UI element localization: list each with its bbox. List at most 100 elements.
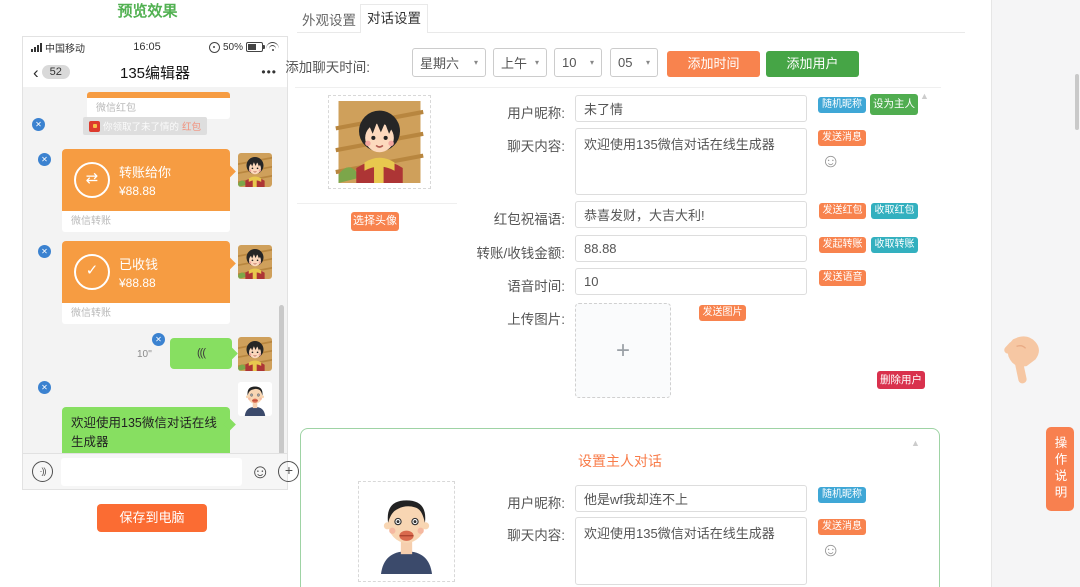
battery-percent: 50% — [223, 42, 243, 53]
red-packet-icon — [89, 121, 100, 132]
pointer-hand-icon — [998, 330, 1044, 392]
page-scrollbar[interactable] — [1075, 74, 1079, 130]
help-instructions-tab[interactable]: 操作说明 — [1046, 427, 1074, 511]
add-time-button[interactable]: 添加时间 — [667, 51, 760, 77]
master-section-title: 设置主人对话 — [300, 451, 940, 471]
chat-content-label: 聊天内容: — [440, 135, 565, 155]
choose-avatar-button[interactable]: 选择头像 — [351, 212, 399, 231]
nickname-label: 用户昵称: — [440, 492, 565, 512]
collapse-icon[interactable]: ▲ — [911, 438, 920, 448]
redpacket-blessing-input[interactable] — [575, 201, 807, 228]
message-input-bar: ·)) ☺ + — [23, 453, 287, 489]
week-select[interactable]: 星期六 ▾ — [412, 48, 486, 77]
receive-transfer-button[interactable]: 收取转账 — [871, 237, 918, 253]
random-nickname-button[interactable]: 随机昵称 — [818, 487, 866, 503]
chat-area: 微信红包 ✕ 你领取了未了情的红包 ✕ ⇄ 转账给你 ¥88.88 — [23, 87, 287, 455]
send-message-button[interactable]: 发送消息 — [818, 519, 866, 535]
status-bar: 中国移动 16:05 50% — [23, 37, 287, 57]
set-master-button[interactable]: 设为主人 — [870, 94, 918, 115]
more-menu-icon[interactable]: ••• — [261, 65, 277, 79]
transfer-footer: 微信转账 — [62, 303, 230, 324]
master-content-textarea[interactable]: 欢迎使用135微信对话在线生成器 — [575, 517, 807, 585]
transfer-amount-input[interactable] — [575, 235, 807, 262]
chevron-down-icon: ▾ — [535, 58, 539, 67]
transfer-title: 已收钱 — [119, 254, 158, 273]
minute-select-value: 05 — [618, 55, 632, 70]
redpacket-card-partial: 微信红包 — [87, 92, 230, 119]
hour-select[interactable]: 10 ▾ — [554, 48, 602, 77]
notice-highlight: 红包 — [182, 119, 201, 133]
message-text: 欢迎使用135微信对话在线生成器 — [71, 416, 217, 449]
send-transfer-button[interactable]: 发起转账 — [819, 237, 866, 253]
upload-image-label: 上传图片: — [440, 308, 565, 328]
carrier-label: 中国移动 — [45, 40, 85, 55]
delete-message-icon[interactable]: ✕ — [32, 118, 45, 131]
send-redpacket-button[interactable]: 发送红包 — [819, 203, 866, 219]
chat-scrollbar[interactable] — [279, 305, 284, 455]
redpacket-card-footer: 微信红包 — [87, 98, 230, 119]
voice-waves-icon: ((( — [197, 347, 205, 359]
voice-duration: 10'' — [137, 349, 152, 360]
delete-message-icon[interactable]: ✕ — [38, 153, 51, 166]
emoji-icon[interactable]: ☺ — [250, 462, 270, 482]
save-to-computer-button[interactable]: 保存到电脑 — [97, 504, 207, 532]
master-nickname-input[interactable] — [575, 485, 807, 512]
chevron-down-icon: ▾ — [474, 58, 478, 67]
plus-icon[interactable]: + — [278, 461, 299, 482]
delete-message-icon[interactable]: ✕ — [152, 333, 165, 346]
transfer-out-card: ⇄ 转账给你 ¥88.88 微信转账 — [62, 149, 230, 232]
voice-input-icon[interactable]: ·)) — [32, 461, 53, 482]
tab-appearance-settings[interactable]: 外观设置 — [302, 9, 356, 29]
random-nickname-button[interactable]: 随机昵称 — [818, 97, 866, 113]
text-message-bubble: 欢迎使用135微信对话在线生成器 — [62, 407, 230, 455]
chevron-down-icon: ▾ — [646, 58, 650, 67]
app: 预览效果 中国移动 16:05 50% ‹ 52 135编辑器 ••• 微信红包 — [0, 0, 1080, 587]
voice-time-input[interactable] — [575, 268, 807, 295]
redpacket-blessing-label: 红包祝福语: — [440, 208, 565, 228]
transfer-in-card: ✓ 已收钱 ¥88.88 微信转账 — [62, 241, 230, 324]
transfer-footer: 微信转账 — [62, 211, 230, 232]
ampm-select-value: 上午 — [501, 53, 527, 72]
transfer-title: 转账给你 — [119, 162, 171, 181]
clock-label: 16:05 — [85, 41, 209, 53]
preview-title: 预览效果 — [0, 0, 295, 21]
plus-icon: + — [616, 337, 630, 365]
phone-preview: 中国移动 16:05 50% ‹ 52 135编辑器 ••• 微信红包 ✕ — [22, 36, 288, 490]
user-avatar-preview — [328, 95, 431, 189]
chevron-down-icon: ▾ — [590, 58, 594, 67]
voice-time-label: 语音时间: — [440, 275, 565, 295]
notice-text: 你领取了未了情的 — [103, 119, 179, 133]
message-input[interactable] — [61, 458, 242, 486]
hour-select-value: 10 — [562, 55, 576, 70]
receive-redpacket-button[interactable]: 收取红包 — [871, 203, 918, 219]
add-user-button[interactable]: 添加用户 — [766, 51, 859, 77]
tab-dialog-settings[interactable]: 对话设置 — [360, 4, 428, 33]
orientation-lock-icon — [209, 42, 220, 53]
delete-message-icon[interactable]: ✕ — [38, 245, 51, 258]
check-icon: ✓ — [74, 254, 110, 290]
battery-icon — [246, 42, 263, 52]
week-select-value: 星期六 — [420, 53, 459, 72]
chat-content-textarea[interactable]: 欢迎使用135微信对话在线生成器 — [575, 128, 807, 195]
transfer-arrows-icon: ⇄ — [74, 162, 110, 198]
avatar-divider — [297, 203, 457, 204]
girl-avatar — [238, 245, 272, 279]
transfer-amount: ¥88.88 — [119, 276, 158, 290]
emoji-picker-icon[interactable]: ☺ — [821, 152, 840, 171]
send-voice-button[interactable]: 发送语音 — [819, 270, 866, 286]
delete-message-icon[interactable]: ✕ — [38, 381, 51, 394]
voice-message-bubble[interactable]: ((( — [170, 338, 232, 369]
chat-content-label: 聊天内容: — [440, 524, 565, 544]
transfer-amount: ¥88.88 — [119, 184, 171, 198]
upload-image-box[interactable]: + — [575, 303, 671, 398]
ampm-select[interactable]: 上午 ▾ — [493, 48, 547, 77]
collapse-icon[interactable]: ▲ — [920, 91, 929, 101]
girl-avatar — [238, 337, 272, 371]
delete-user-button[interactable]: 删除用户 — [877, 371, 925, 389]
send-message-button[interactable]: 发送消息 — [818, 130, 866, 146]
redpacket-notice: 你领取了未了情的红包 — [83, 117, 207, 135]
nickname-input[interactable] — [575, 95, 807, 122]
emoji-picker-icon[interactable]: ☺ — [821, 541, 840, 560]
minute-select[interactable]: 05 ▾ — [610, 48, 658, 77]
send-image-button[interactable]: 发送图片 — [699, 305, 746, 321]
